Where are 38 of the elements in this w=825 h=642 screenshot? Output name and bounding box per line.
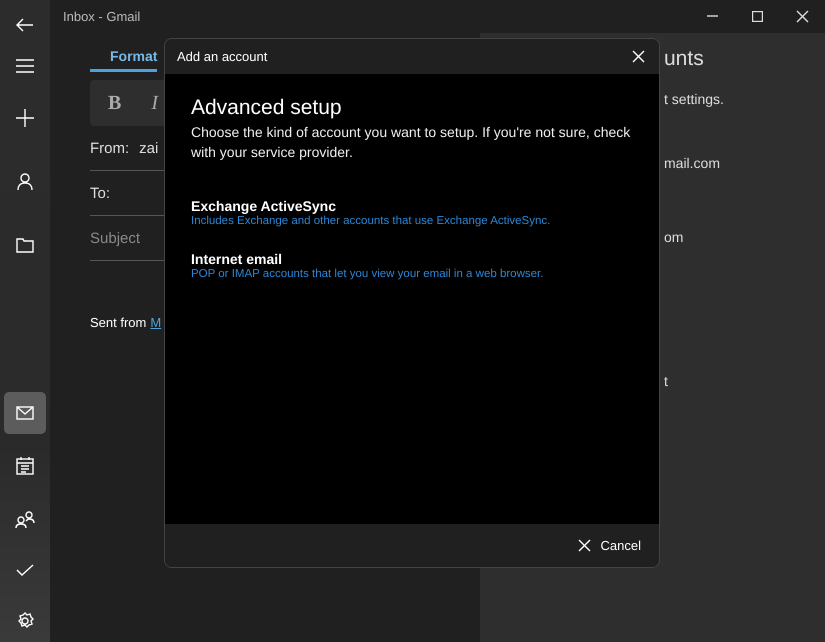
signature-text: Sent from: [90, 315, 146, 330]
italic-button[interactable]: I: [151, 92, 158, 114]
from-label: From:: [90, 140, 130, 156]
folder-icon: [16, 238, 34, 253]
account-option[interactable]: Exchange ActiveSync Includes Exchange and other accounts that use Exchange ActiveSync.: [191, 198, 633, 227]
calendar-icon: [16, 457, 34, 476]
panel-text: mail.com: [664, 155, 722, 171]
cancel-button[interactable]: Cancel: [572, 537, 647, 554]
signature-link[interactable]: M: [150, 315, 162, 330]
close-icon: [578, 539, 591, 552]
subject-field[interactable]: Subject: [90, 230, 140, 246]
back-icon: [16, 18, 34, 32]
maximize-icon: [752, 10, 763, 22]
plus-icon: [16, 108, 34, 127]
dialog-title: Add an account: [177, 49, 268, 64]
panel-text: om: [664, 229, 684, 245]
menu-icon: [16, 59, 34, 74]
panel-text: t: [664, 373, 669, 389]
checkmark-icon: [16, 562, 34, 577]
mail-icon: [16, 406, 34, 420]
account-option[interactable]: Internet email POP or IMAP accounts that let you view your email in a web browser.: [191, 251, 633, 280]
close-icon: [796, 10, 809, 22]
panel-text: t settings.: [664, 91, 725, 107]
settings-icon: [16, 612, 34, 630]
panel-title: unts: [664, 47, 705, 71]
people-icon: [15, 510, 35, 529]
close-button[interactable]: [630, 48, 647, 65]
nav-button[interactable]: [4, 392, 46, 434]
from-value: zai: [139, 140, 158, 156]
close-icon: [632, 50, 645, 63]
dialog-heading: Advanced setup: [191, 96, 343, 120]
to-label: To:: [90, 184, 110, 202]
window-title: Inbox - Gmail: [63, 8, 142, 24]
format-tab[interactable]: Format: [90, 44, 158, 72]
bold-button[interactable]: B: [108, 92, 122, 114]
dialog-description: Choose the kind of account you want to setup. If you're not sure, check with your service provider.: [191, 123, 632, 162]
person-icon: [17, 172, 33, 191]
minimize-icon: [707, 15, 718, 17]
